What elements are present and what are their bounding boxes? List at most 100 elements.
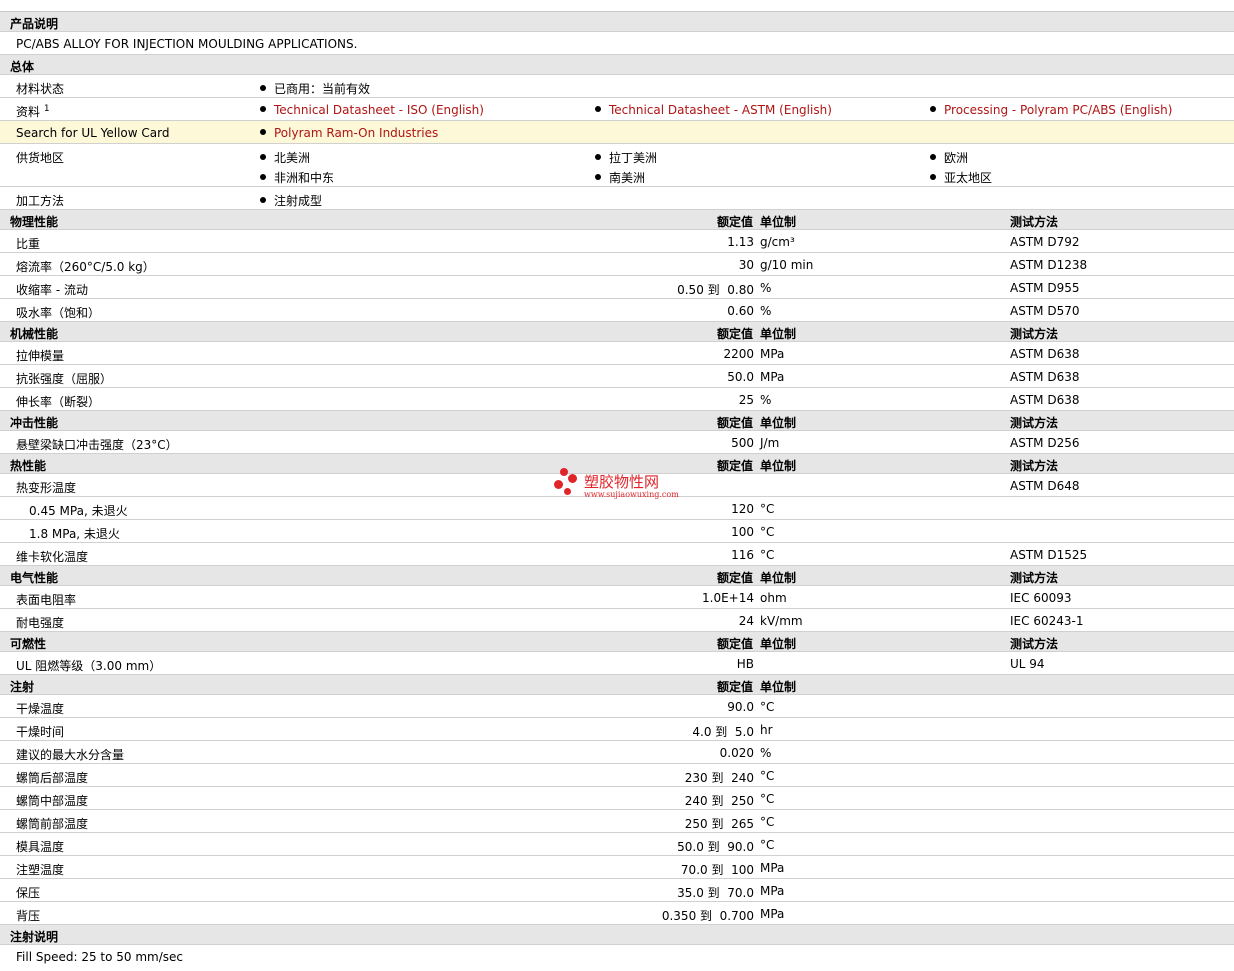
bullet-icon	[260, 197, 266, 203]
region-item: 拉丁美洲	[595, 149, 657, 166]
property-value: 0.020	[719, 746, 754, 760]
doc-link-astm[interactable]: Technical Datasheet - ASTM (English)	[595, 103, 832, 117]
property-label: 伸长率（断裂）	[16, 395, 101, 409]
property-value: 50.0 到 90.0	[677, 840, 754, 854]
description-text: PC/ABS ALLOY FOR INJECTION MOULDING APPL…	[16, 37, 358, 51]
section-title: 产品说明	[10, 17, 59, 31]
property-row: 悬壁梁缺口冲击强度（23°C） 500 J/m ASTM D256	[0, 431, 1234, 454]
property-value: 2200	[723, 347, 754, 361]
property-test-method: ASTM D792	[1010, 235, 1080, 249]
top-strip	[0, 0, 1234, 12]
property-value: 35.0 到 70.0	[677, 886, 754, 900]
property-row: 耐电强度 24 kV/mm IEC 60243-1	[0, 609, 1234, 632]
property-unit: J/m	[760, 436, 780, 450]
property-row: UL 阻燃等级（3.00 mm） HB UL 94	[0, 652, 1234, 675]
property-label: 0.45 MPa, 未退火	[29, 504, 128, 518]
property-value: 50.0	[727, 370, 754, 384]
rated-value-header: 额定值	[716, 680, 753, 694]
test-method-header: 测试方法	[1010, 327, 1059, 341]
property-value: 30	[738, 258, 754, 272]
property-label: 抗张强度（屈服）	[16, 372, 113, 386]
logo-dot-icon	[564, 488, 571, 495]
property-label: 干燥温度	[16, 702, 65, 716]
section-injection-notes: 注射说明	[0, 925, 1234, 945]
region-item: 非洲和中东	[260, 169, 334, 186]
unit-header: 单位制	[760, 327, 797, 341]
property-unit: hr	[760, 723, 773, 737]
process-method-value: 注射成型	[260, 192, 322, 209]
section-title: 可燃性	[10, 637, 47, 651]
property-unit: %	[760, 281, 772, 295]
doc-link-processing[interactable]: Processing - Polyram PC/ABS (English)	[930, 103, 1172, 117]
property-row: 收缩率 - 流动 0.50 到 0.80% ASTM D955	[0, 276, 1234, 299]
property-unit: %	[760, 393, 772, 407]
property-test-method: ASTM D638	[1010, 370, 1080, 384]
property-test-method: ASTM D256	[1010, 436, 1080, 450]
rated-value-header: 额定值	[716, 571, 753, 585]
property-unit: kV/mm	[760, 614, 803, 628]
property-unit: %	[760, 304, 772, 318]
property-label: 背压	[16, 909, 41, 923]
property-test-method: ASTM D570	[1010, 304, 1080, 318]
property-test-method: IEC 60243-1	[1010, 614, 1084, 628]
property-unit: MPa	[760, 370, 785, 384]
property-label: 表面电阻率	[16, 593, 77, 607]
test-method-header: 测试方法	[1010, 215, 1059, 229]
property-test-method: IEC 60093	[1010, 591, 1072, 605]
section-electrical: 电气性能 额定值 单位制 测试方法	[0, 566, 1234, 586]
ul-yellow-card-row: Search for UL Yellow Card Polyram Ram-On…	[0, 121, 1234, 144]
property-row: 维卡软化温度 116 °C ASTM D1525	[0, 543, 1234, 566]
material-status-row: 材料状态 已商用：当前有效	[0, 75, 1234, 98]
property-value: 1.13	[727, 235, 754, 249]
property-row: 熔流率（260°C/5.0 kg） 30 g/10 min ASTM D1238	[0, 253, 1234, 276]
property-test-method: ASTM D638	[1010, 347, 1080, 361]
ul-yellow-card-label: Search for UL Yellow Card	[16, 126, 170, 140]
property-unit: °C	[760, 525, 775, 539]
property-label: 维卡软化温度	[16, 550, 89, 564]
property-unit: ohm	[760, 591, 787, 605]
region-item: 亚太地区	[930, 169, 992, 186]
property-unit: °C	[760, 700, 775, 714]
bullet-icon	[930, 106, 936, 112]
section-title: 冲击性能	[10, 416, 59, 430]
watermark-title: 塑胶物性网	[584, 473, 660, 491]
property-test-method: ASTM D1525	[1010, 548, 1088, 562]
documents-label: 资料 1	[16, 104, 50, 119]
unit-header: 单位制	[760, 416, 797, 430]
property-row: 拉伸模量 2200 MPa ASTM D638	[0, 342, 1234, 365]
section-title: 热性能	[10, 459, 47, 473]
property-value: 0.350 到 0.700	[661, 909, 754, 923]
property-row: 螺筒后部温度 230 到 240 °C	[0, 764, 1234, 787]
process-method-label: 加工方法	[16, 194, 65, 208]
section-title: 机械性能	[10, 327, 59, 341]
injection-notes-row: Fill Speed: 25 to 50 mm/sec	[0, 945, 1234, 968]
watermark-logo: 塑胶物性网 www.sujiaowuxing.com	[554, 468, 694, 504]
unit-header: 单位制	[760, 637, 797, 651]
rated-value-header: 额定值	[716, 327, 753, 341]
ul-yellow-card-link[interactable]: Polyram Ram-On Industries	[260, 126, 438, 140]
property-label: 热变形温度	[16, 481, 77, 495]
section-description: 产品说明	[0, 12, 1234, 32]
section-impact: 冲击性能 额定值 单位制 测试方法	[0, 411, 1234, 431]
property-value: 25	[738, 393, 754, 407]
unit-header: 单位制	[760, 571, 797, 585]
property-value: 70.0 到 100	[680, 863, 754, 877]
property-unit: g/cm³	[760, 235, 795, 249]
section-flammability: 可燃性 额定值 单位制 测试方法	[0, 632, 1234, 652]
region-item: 北美洲	[260, 149, 310, 166]
property-label: 熔流率（260°C/5.0 kg）	[16, 260, 155, 274]
doc-link-iso[interactable]: Technical Datasheet - ISO (English)	[260, 103, 484, 117]
property-value: 100	[731, 525, 754, 539]
property-row: 背压 0.350 到 0.700 MPa	[0, 902, 1234, 925]
section-title: 注射	[10, 680, 35, 694]
logo-dot-icon	[568, 474, 577, 483]
property-row: 建议的最大水分含量 0.020%	[0, 741, 1234, 764]
property-value: HB	[736, 657, 754, 671]
test-method-header: 测试方法	[1010, 571, 1059, 585]
section-title: 电气性能	[10, 571, 59, 585]
material-status-label: 材料状态	[16, 82, 65, 96]
property-row: 伸长率（断裂） 25% ASTM D638	[0, 388, 1234, 411]
property-value: 90.0	[727, 700, 754, 714]
watermark-url: www.sujiaowuxing.com	[584, 490, 679, 499]
section-general: 总体	[0, 55, 1234, 75]
